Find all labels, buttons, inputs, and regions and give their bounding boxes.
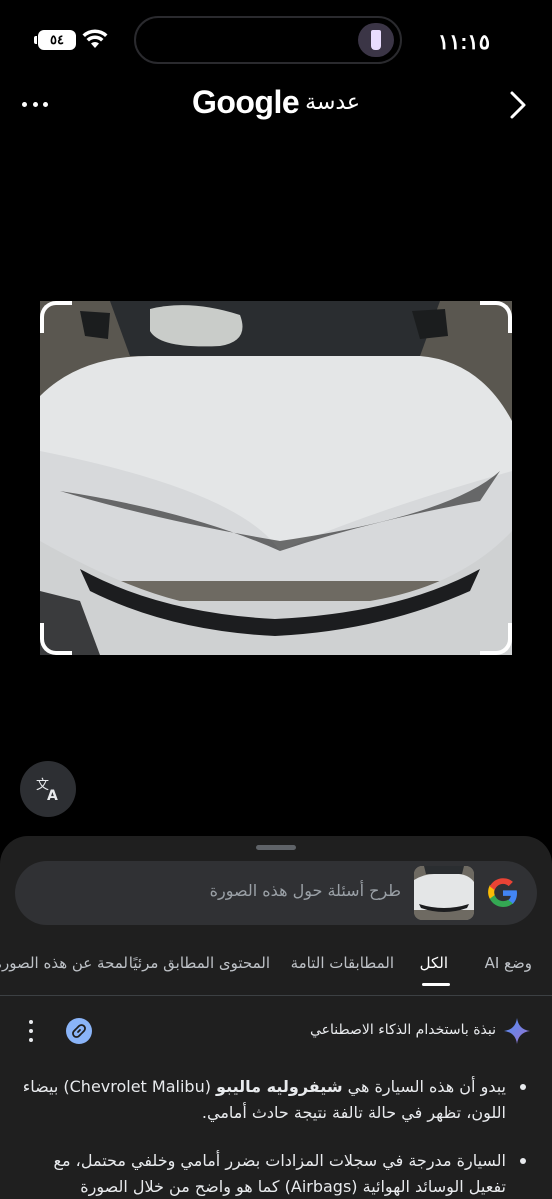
page-title: Google عدسة [0,84,552,121]
link-icon[interactable] [66,1018,92,1044]
tab-about-image[interactable]: لمحة عن هذه الصورة [0,954,128,972]
tabs-divider [0,995,552,996]
lens-wordmark: عدسة [305,90,361,115]
google-g-icon [488,878,517,907]
ai-overview-label: نبذة باستخدام الذكاء الاصطناعي [310,1022,496,1038]
tab-visual-matches[interactable]: المحتوى المطابق مرئيًا [129,954,270,972]
results-sheet: طرح أسئلة حول هذه الصورة وضع AI الكل الم… [0,836,552,1199]
translate-icon[interactable]: 文 A [20,761,76,817]
active-tab-indicator [422,983,450,986]
list-item: السيارة مدرجة في سجلات المزادات بضرر أما… [22,1148,530,1199]
sheet-drag-handle[interactable] [256,845,296,850]
ask-about-image-search-bar[interactable]: طرح أسئلة حول هذه الصورة [15,861,537,925]
dynamic-island [134,16,402,64]
more-vertical-icon[interactable] [28,1020,34,1042]
status-time: ١١:١٥ [437,31,490,54]
tab-exact-matches[interactable]: المطابقات التامة [291,954,394,972]
tab-ai-mode[interactable]: وضع AI [485,954,532,972]
selected-image[interactable] [40,301,512,655]
tab-all[interactable]: الكل [420,954,448,972]
crop-corner-top-right[interactable] [480,301,512,333]
flashlight-icon [358,23,394,57]
crop-corner-bottom-right[interactable] [480,623,512,655]
wifi-icon [82,29,108,48]
chevron-right-icon[interactable] [506,90,530,120]
crop-corner-top-left[interactable] [40,301,72,333]
query-image-thumbnail[interactable] [414,866,474,920]
list-item: يبدو أن هذه السيارة هي شيفروليه ماليبو (… [22,1074,530,1126]
results-tabs: وضع AI الكل المطابقات التامة المحتوى الم… [0,940,552,996]
ai-overview-bullets: يبدو أن هذه السيارة هي شيفروليه ماليبو (… [22,1074,530,1199]
sparkle-icon [504,1018,530,1044]
ai-overview-header: نبذة باستخدام الذكاء الاصطناعي [0,1016,552,1048]
car-photo [40,301,512,655]
battery-indicator: ٥٤ [34,30,76,50]
crop-corner-bottom-left[interactable] [40,623,72,655]
svg-text:A: A [47,788,58,803]
search-placeholder: طرح أسئلة حول هذه الصورة [209,881,401,900]
google-wordmark: Google [191,84,300,120]
